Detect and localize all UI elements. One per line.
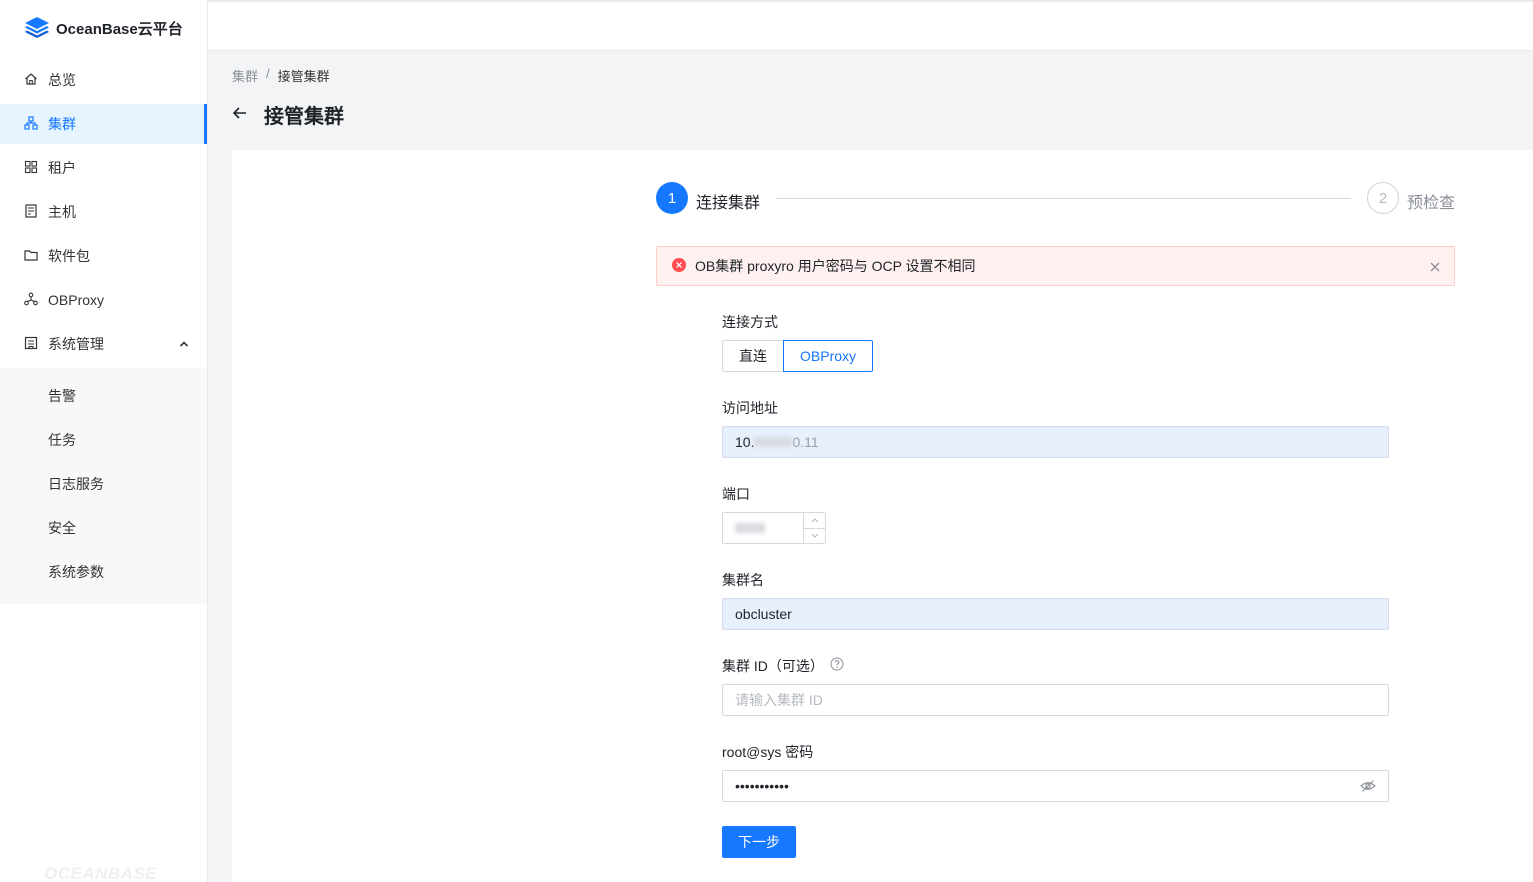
redacted-block <box>754 437 793 447</box>
sidebar-item-alarm[interactable]: 告警 <box>0 376 207 416</box>
sidebar-item-label: OBProxy <box>48 292 105 308</box>
next-button[interactable]: 下一步 <box>722 826 796 858</box>
eye-invisible-icon[interactable] <box>1360 779 1376 796</box>
cluster-id-placeholder: 请输入集群 ID <box>735 692 823 708</box>
cluster-name-field: 集群名 obcluster <box>722 570 1389 630</box>
error-alert: OB集群 proxyro 用户密码与 OCP 设置不相同 <box>656 246 1455 286</box>
page-header: 接管集群 <box>232 100 344 129</box>
connection-type-selector: 直连 OBProxy <box>722 340 874 372</box>
step-label: 预检查 <box>1407 195 1456 212</box>
connection-label: 连接方式 <box>722 314 778 330</box>
sidebar-item-security[interactable]: 安全 <box>0 508 207 548</box>
cluster-name-value: obcluster <box>735 606 792 622</box>
sidebar-item-obproxy[interactable]: OBProxy <box>0 280 207 320</box>
port-stepper <box>803 513 825 543</box>
sidebar-item-log-service[interactable]: 日志服务 <box>0 464 207 504</box>
port-input[interactable] <box>722 512 826 544</box>
chevron-up-icon <box>179 336 189 352</box>
sidebar-item-package[interactable]: 软件包 <box>0 236 207 276</box>
cluster-name-input[interactable]: obcluster <box>722 598 1389 630</box>
cluster-id-field: 集群 ID（可选） 请输入集群 ID <box>722 656 1389 716</box>
sidebar-item-overview[interactable]: 总览 <box>0 60 207 100</box>
stepper-up-icon[interactable] <box>804 513 825 529</box>
oceanbase-logo-icon <box>24 16 50 41</box>
sidebar-item-system[interactable]: 系统管理 <box>0 324 207 364</box>
cluster-icon <box>24 115 38 133</box>
breadcrumb-current: 接管集群 <box>277 69 330 84</box>
breadcrumb: 集群 / 接管集群 <box>232 66 330 85</box>
close-icon[interactable] <box>1430 259 1440 275</box>
sidebar-item-label: 主机 <box>48 204 76 220</box>
cluster-name-label: 集群名 <box>722 572 764 588</box>
alert-message: OB集群 proxyro 用户密码与 OCP 设置不相同 <box>695 258 976 274</box>
password-field: root@sys 密码 ••••••••••• <box>722 742 1389 802</box>
sidebar-item-system-params[interactable]: 系统参数 <box>0 552 207 592</box>
sidebar-item-label: 总览 <box>48 72 76 88</box>
stepper-down-icon[interactable] <box>804 529 825 544</box>
step-number: 2 <box>1367 182 1399 214</box>
address-value-prefix: 10. <box>735 434 755 450</box>
sidebar-item-host[interactable]: 主机 <box>0 192 207 232</box>
address-label: 访问地址 <box>722 400 778 416</box>
cluster-id-label: 集群 ID（可选） <box>722 658 824 674</box>
page-title: 接管集群 <box>264 106 344 128</box>
cluster-id-input[interactable]: 请输入集群 ID <box>722 684 1389 716</box>
system-submenu: 告警 任务 日志服务 安全 系统参数 <box>0 368 207 604</box>
step-label: 连接集群 <box>696 195 761 212</box>
address-value-suffix: 0.11 <box>792 434 819 450</box>
password-value: ••••••••••• <box>735 778 789 794</box>
password-input[interactable]: ••••••••••• <box>722 770 1389 802</box>
sidebar-item-label: 软件包 <box>48 248 90 264</box>
main-menu: 总览 集群 租户 主机 软件包 OBProxy 系统管理 <box>0 60 207 364</box>
connection-field: 连接方式 直连 OBProxy <box>722 312 1389 372</box>
address-input[interactable]: 10. 0.11 <box>722 426 1389 458</box>
host-icon <box>24 203 38 221</box>
password-label: root@sys 密码 <box>722 744 814 760</box>
sidebar-item-task[interactable]: 任务 <box>0 420 207 460</box>
port-field: 端口 <box>722 484 1389 544</box>
sidebar-item-label: 集群 <box>48 116 76 132</box>
tenant-icon <box>24 160 38 177</box>
step-connector <box>776 198 1351 199</box>
step-number: 1 <box>656 182 688 214</box>
obproxy-option[interactable]: OBProxy <box>783 340 874 372</box>
sidebar: OceanBase云平台 总览 集群 租户 主机 软件包 OBProxy 系统管… <box>0 0 208 882</box>
back-arrow-icon[interactable] <box>232 105 248 124</box>
sidebar-item-label: 系统管理 <box>48 336 104 352</box>
address-field: 访问地址 10. 0.11 <box>722 398 1389 458</box>
cluster-id-label-row: 集群 ID（可选） <box>722 656 1389 676</box>
top-header <box>208 0 1533 51</box>
watermark: OCEANBASE <box>44 864 158 882</box>
question-circle-icon[interactable] <box>830 656 844 676</box>
steps: 1 连接集群 2 预检查 <box>656 182 1456 214</box>
breadcrumb-parent[interactable]: 集群 <box>232 66 258 85</box>
redacted-block <box>735 523 765 533</box>
home-icon <box>24 72 38 89</box>
system-icon <box>24 336 38 353</box>
sidebar-item-label: 租户 <box>48 160 76 176</box>
folder-icon <box>24 248 38 265</box>
error-circle-icon <box>672 257 686 275</box>
sidebar-item-tenant[interactable]: 租户 <box>0 148 207 188</box>
breadcrumb-separator: / <box>266 66 270 81</box>
logo[interactable]: OceanBase云平台 <box>0 0 207 56</box>
port-label: 端口 <box>722 486 750 502</box>
proxy-icon <box>24 292 38 309</box>
sidebar-item-cluster[interactable]: 集群 <box>0 104 207 144</box>
direct-connect-option[interactable]: 直连 <box>722 340 784 372</box>
logo-text: OceanBase云平台 <box>56 20 183 38</box>
